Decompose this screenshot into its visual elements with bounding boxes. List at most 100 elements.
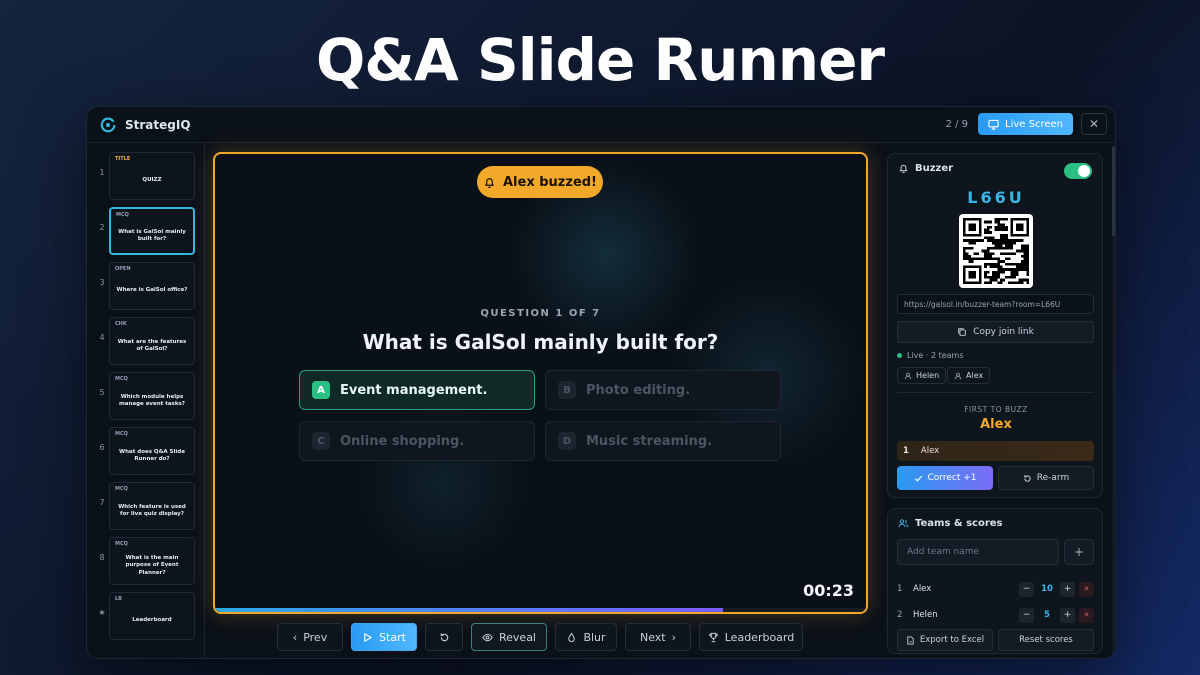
- option-d[interactable]: D Music streaming.: [545, 421, 781, 461]
- slide-title: QUIZZ: [142, 177, 162, 184]
- reveal-label: Reveal: [499, 630, 536, 644]
- increment-score-button[interactable]: +: [1060, 581, 1075, 597]
- start-button[interactable]: Start: [351, 623, 417, 651]
- option-text: Event management.: [340, 382, 488, 398]
- join-url-field[interactable]: https://galsol.in/buzzer-team?room=L66U: [897, 294, 1094, 314]
- right-panel: Buzzer L66U https://galsol.in/buzzer-tea…: [887, 144, 1115, 658]
- scrollbar-thumb[interactable]: [1112, 146, 1115, 236]
- brand: StrategIQ: [99, 116, 191, 134]
- slide-thumbnail-active[interactable]: MCQ What is GalSol mainly built for?: [109, 207, 195, 255]
- copy-icon: [958, 328, 966, 336]
- slide-type-tag: LB: [115, 596, 122, 602]
- slide-thumb-row[interactable]: ★ LB Leaderboard: [87, 592, 205, 642]
- plus-icon: +: [1073, 545, 1085, 559]
- delete-team-button[interactable]: ✕: [1079, 607, 1094, 623]
- slide-thumb-row[interactable]: 3 OPEN Where is GalSol office?: [87, 262, 205, 312]
- buzz-banner: Alex buzzed!: [477, 166, 603, 198]
- slide-thumbnail[interactable]: CHK What are the features of GalSol?: [109, 317, 195, 365]
- reset-scores-button[interactable]: Reset scores: [998, 629, 1094, 651]
- slide-thumb-row[interactable]: 2 MCQ What is GalSol mainly built for?: [87, 207, 205, 257]
- slide-stage: Alex buzzed! QUESTION 1 OF 7 What is Gal…: [213, 152, 868, 614]
- option-text: Music streaming.: [586, 433, 713, 449]
- slide-thumbnail[interactable]: MCQ What does Q&A Slide Runner do?: [109, 427, 195, 475]
- correct-button[interactable]: Correct +1: [897, 466, 993, 490]
- increment-score-button[interactable]: +: [1060, 607, 1075, 623]
- slide-thumbnail[interactable]: OPEN Where is GalSol office?: [109, 262, 195, 310]
- leaderboard-button[interactable]: Leaderboard: [699, 623, 803, 651]
- control-bar: ‹ Prev Start Reveal Blur Next › Leaderbo…: [205, 623, 875, 651]
- option-letter: B: [558, 381, 576, 399]
- file-export-icon: [907, 635, 914, 645]
- stage-area: Alex buzzed! QUESTION 1 OF 7 What is Gal…: [205, 144, 875, 658]
- team-chip-name: Alex: [966, 371, 984, 380]
- delete-team-button[interactable]: ✕: [1079, 581, 1094, 597]
- blur-button[interactable]: Blur: [555, 623, 617, 651]
- rearm-button[interactable]: Re-arm: [998, 466, 1094, 490]
- slide-thumbnail[interactable]: LB Leaderboard: [109, 592, 195, 640]
- add-team-input[interactable]: Add team name: [897, 539, 1059, 565]
- rearm-label: Re-arm: [1036, 473, 1070, 483]
- slide-type-tag: MCQ: [115, 431, 128, 437]
- slide-thumbnail[interactable]: TITLE QUIZZ: [109, 152, 195, 200]
- live-screen-button[interactable]: Live Screen: [978, 113, 1073, 135]
- option-b[interactable]: B Photo editing.: [545, 370, 781, 410]
- reveal-button[interactable]: Reveal: [471, 623, 547, 651]
- slide-title: What are the features of GalSol?: [117, 338, 187, 352]
- slide-number: 7: [99, 498, 105, 507]
- first-to-buzz-label: FIRST TO BUZZ: [964, 405, 1028, 414]
- slide-thumbnail[interactable]: MCQ Which module helps manage event task…: [109, 372, 195, 420]
- app-window: StrategIQ 2 / 9 Live Screen ✕ 1 TITLE QU…: [86, 106, 1116, 659]
- brand-name: StrategIQ: [125, 117, 191, 132]
- bell-icon: [485, 177, 494, 188]
- option-a[interactable]: A Event management.: [299, 370, 535, 410]
- export-excel-button[interactable]: Export to Excel: [897, 629, 993, 651]
- timer-progress-fill: [215, 608, 723, 612]
- team-score: 10: [1041, 584, 1053, 594]
- chevron-right-icon: ›: [671, 630, 677, 644]
- slide-thumb-row[interactable]: 5 MCQ Which module helps manage event ta…: [87, 372, 205, 422]
- slide-thumb-row[interactable]: 6 MCQ What does Q&A Slide Runner do?: [87, 427, 205, 477]
- scores-header: Teams & scores: [898, 518, 1003, 529]
- team-name: Helen: [913, 610, 938, 620]
- slide-number: 8: [99, 553, 105, 562]
- decrement-score-button[interactable]: −: [1019, 581, 1034, 597]
- play-icon: [364, 632, 372, 642]
- buzzer-toggle[interactable]: [1064, 163, 1092, 179]
- slide-title: Leaderboard: [132, 617, 172, 624]
- copy-join-link-button[interactable]: Copy join link: [897, 321, 1094, 343]
- slide-type-tag: MCQ: [115, 541, 128, 547]
- question-label: QUESTION 1 OF 7: [480, 308, 601, 319]
- bell-icon: [899, 164, 908, 174]
- buzz-queue-name: Alex: [920, 446, 940, 456]
- slide-thumb-row[interactable]: 8 MCQ What is the main purpose of Event …: [87, 537, 205, 587]
- next-button[interactable]: Next ›: [625, 623, 691, 651]
- slide-thumbnail[interactable]: MCQ What is the main purpose of Event Pl…: [109, 537, 195, 585]
- user-icon: [954, 372, 962, 379]
- slide-number: 2: [99, 223, 105, 232]
- slide-thumb-row[interactable]: 7 MCQ Which feature is used for live qui…: [87, 482, 205, 532]
- decrement-score-button[interactable]: −: [1019, 607, 1034, 623]
- eye-icon: [482, 633, 493, 641]
- rotate-icon: [1024, 474, 1031, 482]
- live-status: Live · 2 teams: [897, 351, 964, 360]
- slide-thumbnail[interactable]: MCQ Which feature is used for live quiz …: [109, 482, 195, 530]
- close-button[interactable]: ✕: [1081, 113, 1107, 135]
- close-icon: ✕: [1088, 117, 1100, 131]
- scores-panel: Teams & scores Add team name + 1 Alex − …: [887, 508, 1103, 654]
- reset-timer-button[interactable]: [425, 623, 463, 651]
- slide-number: 6: [99, 443, 105, 452]
- option-letter: C: [312, 432, 330, 450]
- start-label: Start: [379, 630, 406, 644]
- prev-button[interactable]: ‹ Prev: [277, 623, 343, 651]
- slide-thumb-row[interactable]: 1 TITLE QUIZZ: [87, 152, 205, 202]
- option-c[interactable]: C Online shopping.: [299, 421, 535, 461]
- team-rank: 1: [897, 584, 903, 594]
- add-team-button[interactable]: +: [1064, 539, 1094, 565]
- buzz-banner-text: Alex buzzed!: [503, 174, 597, 190]
- question-text: What is GalSol mainly built for?: [362, 330, 719, 354]
- monitor-icon: [988, 119, 999, 130]
- join-qr-code: [959, 214, 1033, 288]
- scores-title: Teams & scores: [915, 518, 1003, 529]
- slide-thumb-row[interactable]: 4 CHK What are the features of GalSol?: [87, 317, 205, 367]
- export-label: Export to Excel: [919, 635, 985, 645]
